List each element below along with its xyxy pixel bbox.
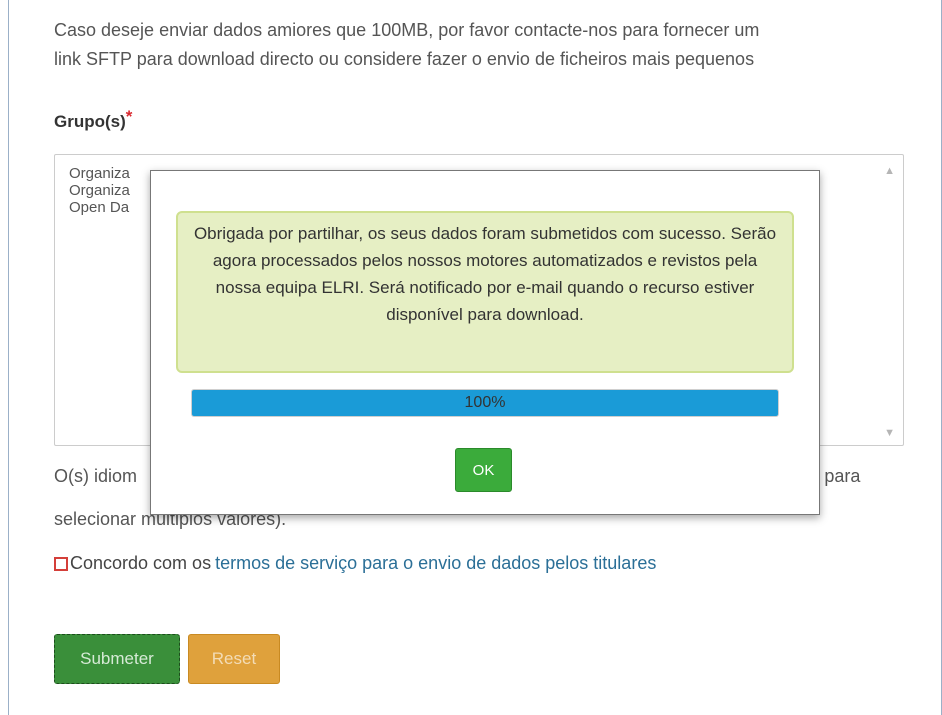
required-mark: * — [125, 107, 133, 126]
terms-row: Concordo com os termos de serviço para o… — [54, 553, 656, 574]
submit-button[interactable]: Submeter — [54, 634, 180, 684]
success-message: Obrigada por partilhar, os seus dados fo… — [176, 211, 794, 373]
success-modal: Obrigada por partilhar, os seus dados fo… — [150, 170, 820, 515]
help-line-1-start: O(s) idiom — [54, 466, 138, 486]
terms-link[interactable]: termos de serviço para o envio de dados … — [215, 553, 656, 574]
intro-line-1: Caso deseje enviar dados amiores que 100… — [54, 20, 760, 40]
groups-label: Grupo(s)* — [54, 107, 132, 132]
progress-label: 100% — [464, 394, 506, 411]
ok-button[interactable]: OK — [455, 448, 512, 492]
scroll-down-icon[interactable]: ▼ — [884, 427, 895, 439]
progress-bar: 100% — [191, 389, 779, 417]
scroll-up-icon[interactable]: ▲ — [884, 165, 895, 177]
intro-line-2: link SFTP para download directo ou consi… — [54, 49, 755, 69]
terms-checkbox[interactable] — [54, 556, 68, 571]
groups-label-text: Grupo(s) — [54, 112, 126, 131]
intro-text: Caso deseje enviar dados amiores que 100… — [54, 16, 914, 74]
reset-button[interactable]: Reset — [188, 634, 280, 684]
terms-prefix: Concordo com os — [70, 553, 212, 573]
